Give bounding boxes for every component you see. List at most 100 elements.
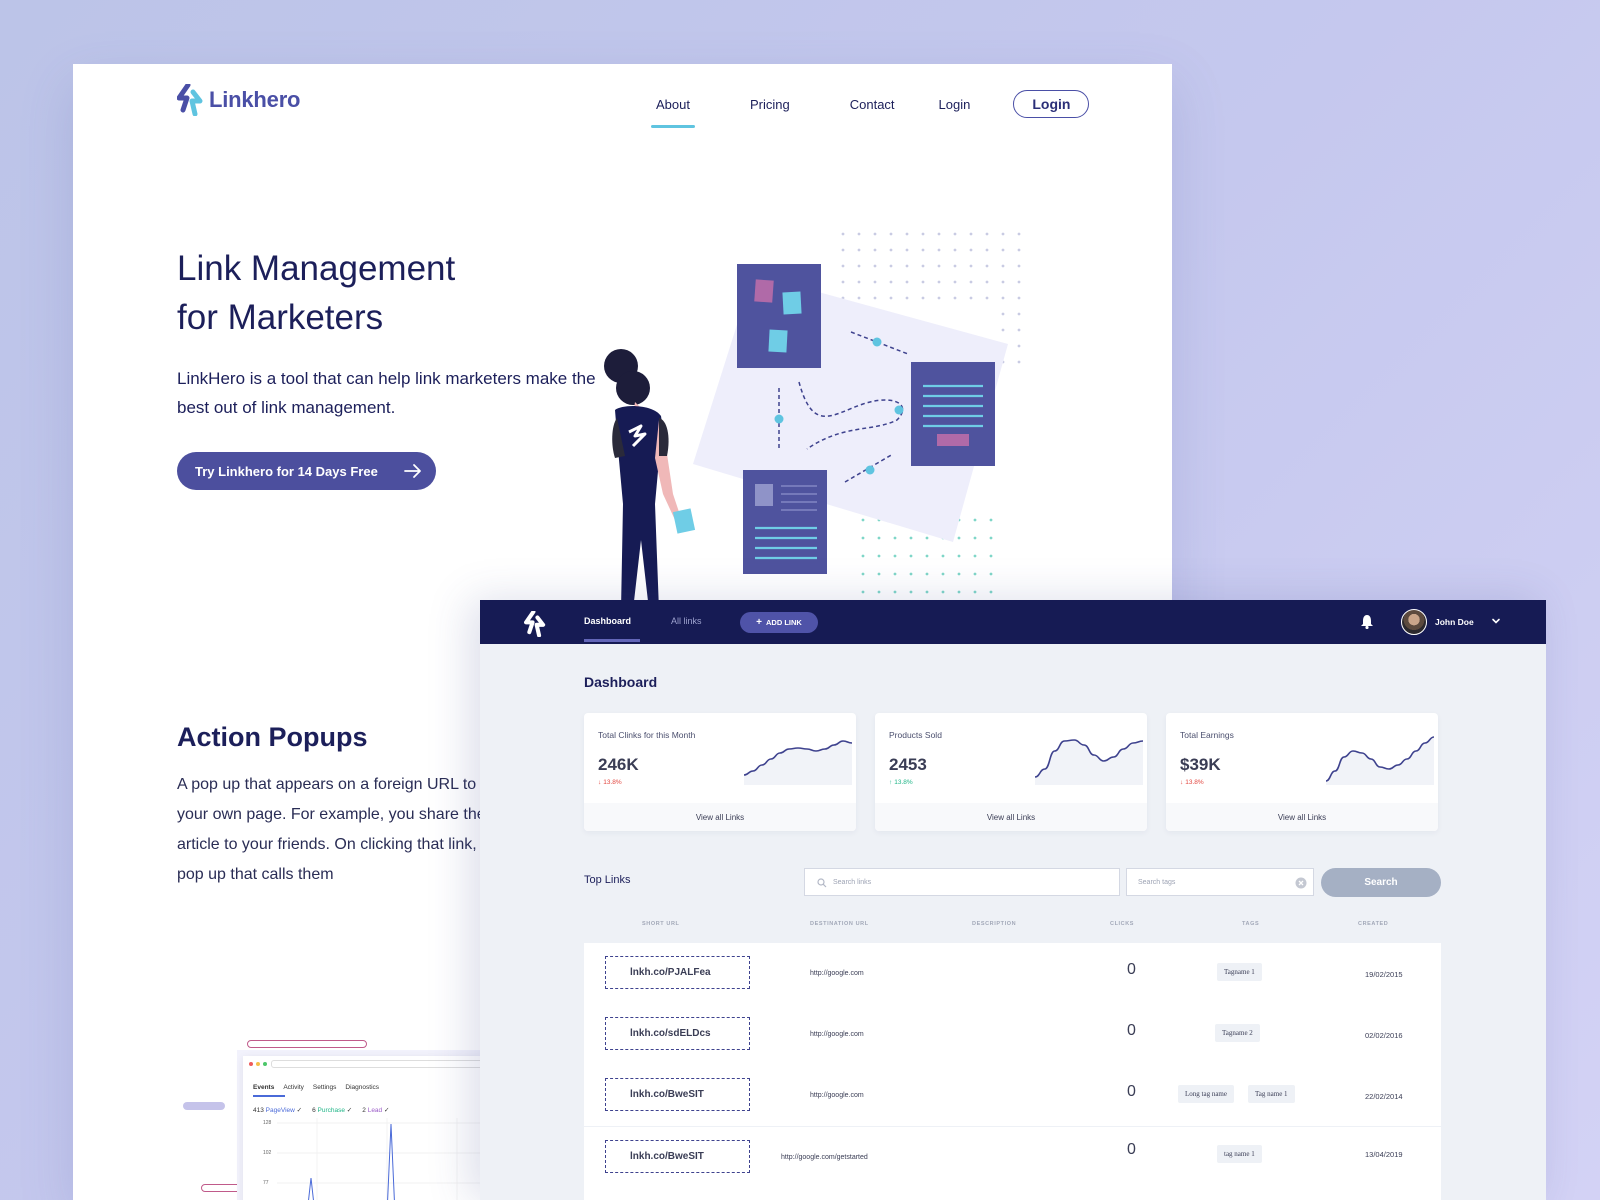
chevron-down-icon[interactable] (1490, 615, 1502, 627)
nav-contact[interactable]: Contact (847, 97, 898, 112)
short-url[interactable]: lnkh.co/sdELDcs (605, 1017, 750, 1050)
bell-icon[interactable] (1360, 614, 1374, 629)
main-nav: About Pricing Contact Login Login (651, 90, 1090, 128)
preview-tab-settings: Settings (312, 1084, 337, 1091)
tag-chip[interactable]: tag name 1 (1217, 1145, 1262, 1163)
stat-card-earnings: Total Earnings $39K ↓ 13.8% View all Link… (1166, 713, 1438, 831)
stat-value: 246K (598, 755, 639, 774)
table-row[interactable]: lnkh.co/PJALFea http://google.com 0 Tagn… (584, 943, 1441, 1004)
stat-delta: ↑ 13.8% (889, 779, 913, 786)
stat-label: Products Sold (889, 730, 942, 740)
plus-icon: + (756, 616, 762, 628)
tag-chip[interactable]: Tag name 1 (1248, 1085, 1295, 1103)
tab-all-links[interactable]: All links (671, 616, 702, 626)
table-row[interactable]: lnkh.co/BweSIT http://google.com/getstar… (584, 1126, 1441, 1187)
arrow-up-icon: ↑ (889, 779, 893, 786)
click-count: 0 (1127, 1083, 1136, 1100)
add-link-label: ADD LINK (766, 618, 802, 627)
dashboard-window: Dashboard All links + ADD LINK John Doe … (480, 600, 1546, 1200)
column-header[interactable]: SHORT URL (642, 921, 679, 927)
tag-chip[interactable]: Tagname 2 (1215, 1024, 1260, 1042)
tags-placeholder: Search tags (1138, 878, 1176, 886)
view-all-links-link[interactable]: View all Links (875, 803, 1147, 831)
stat-delta: ↓ 13.8% (598, 779, 622, 786)
short-url[interactable]: lnkh.co/PJALFea (605, 956, 750, 989)
linkhero-logo-icon (177, 84, 203, 116)
avatar[interactable] (1401, 609, 1427, 635)
links-table: lnkh.co/PJALFea http://google.com 0 Tagn… (584, 943, 1441, 1200)
preview-y-tick: 77 (263, 1180, 269, 1186)
brand[interactable]: Linkhero (177, 84, 301, 116)
hero-subtitle: LinkHero is a tool that can help link ma… (177, 369, 596, 417)
hero-title: Link Management for Marketers (177, 244, 455, 342)
search-icon (817, 878, 827, 888)
table-row[interactable]: lnkh.co/BweSIT http://google.com 0 Long … (584, 1065, 1441, 1126)
view-all-links-link[interactable]: View all Links (1166, 803, 1438, 831)
tag-chip[interactable]: Long tag name (1178, 1085, 1234, 1103)
page-title: Dashboard (584, 674, 658, 690)
column-header[interactable]: CLICKS (1110, 921, 1134, 927)
preview-event: 2 Lead ✓ (362, 1107, 390, 1114)
click-count: 0 (1127, 961, 1136, 978)
tab-dashboard[interactable]: Dashboard (584, 616, 640, 642)
search-button[interactable]: Search (1321, 868, 1441, 897)
arrow-down-icon: ↓ (1180, 779, 1184, 786)
destination-url[interactable]: http://google.com (810, 1031, 864, 1038)
sparkline-chart (1326, 736, 1434, 785)
short-url[interactable]: lnkh.co/BweSIT (605, 1140, 750, 1173)
preview-event: 413 PageView ✓ (253, 1107, 303, 1114)
clear-icon[interactable] (1295, 877, 1307, 889)
free-trial-label: Try Linkhero for 14 Days Free (195, 463, 378, 479)
column-header[interactable]: CREATED (1358, 921, 1388, 927)
stat-label: Total Earnings (1180, 730, 1234, 740)
table-row[interactable]: lnkh.co/sdELDcs http://google.com 0 Tagn… (584, 1004, 1441, 1065)
created-date: 22/02/2014 (1365, 1092, 1403, 1101)
arrow-right-icon (404, 464, 421, 478)
free-trial-button[interactable]: Try Linkhero for 14 Days Free (177, 452, 436, 490)
destination-url[interactable]: http://google.com (810, 970, 864, 977)
click-count: 0 (1127, 1022, 1136, 1039)
linkhero-logo-icon[interactable] (524, 611, 546, 637)
tag-chip[interactable]: Tagname 1 (1217, 963, 1262, 981)
nav-login[interactable]: Login (936, 97, 974, 112)
nav-about[interactable]: About (651, 97, 695, 128)
section-title: Top Links (584, 874, 631, 886)
stat-label: Total Clinks for this Month (598, 730, 696, 740)
short-url[interactable]: lnkh.co/BweSIT (605, 1078, 750, 1111)
destination-url[interactable]: http://google.com/getstarted (781, 1154, 868, 1161)
stat-value: $39K (1180, 755, 1221, 774)
stat-card-products: Products Sold 2453 ↑ 13.8% View all Links (875, 713, 1147, 831)
click-count: 0 (1127, 1141, 1136, 1158)
nav-pricing[interactable]: Pricing (747, 97, 793, 112)
created-date: 19/02/2015 (1365, 970, 1403, 979)
add-link-button[interactable]: + ADD LINK (740, 612, 818, 633)
hero-title-line-1: Link Management (177, 249, 456, 288)
sparkline-chart (744, 740, 852, 785)
stat-value: 2453 (889, 755, 927, 774)
search-tags-input[interactable]: Search tags (1126, 868, 1314, 896)
column-header[interactable]: DESTINATION URL (810, 921, 869, 927)
section-title: Action Popups (177, 722, 368, 752)
sparkline-chart (1035, 739, 1143, 785)
login-button[interactable]: Login (1013, 90, 1090, 118)
arrow-down-icon: ↓ (598, 779, 602, 786)
destination-url[interactable]: http://google.com (810, 1092, 864, 1099)
hero-illustration (571, 232, 1021, 633)
preview-y-tick: 102 (263, 1150, 272, 1156)
column-header[interactable]: DESCRIPTION (972, 921, 1016, 927)
preview-event: 6 Purchase ✓ (312, 1107, 353, 1114)
created-date: 13/04/2019 (1365, 1150, 1403, 1159)
preview-line-chart (277, 1118, 487, 1200)
preview-tab-activity: Activity (283, 1084, 304, 1091)
stat-delta: ↓ 13.8% (1180, 779, 1204, 786)
brand-name: Linkhero (209, 87, 301, 112)
preview-tab-events: Events (253, 1084, 275, 1091)
sparkline-area (1326, 737, 1434, 785)
view-all-links-link[interactable]: View all Links (584, 803, 856, 831)
user-name[interactable]: John Doe (1435, 617, 1474, 627)
search-links-input[interactable]: Search links (804, 868, 1120, 896)
created-date: 02/02/2016 (1365, 1031, 1403, 1040)
preview-tab-diagnostics: Diagnostics (345, 1084, 380, 1091)
column-header[interactable]: TAGS (1242, 921, 1259, 927)
stat-card-clicks: Total Clinks for this Month 246K ↓ 13.8% … (584, 713, 856, 831)
